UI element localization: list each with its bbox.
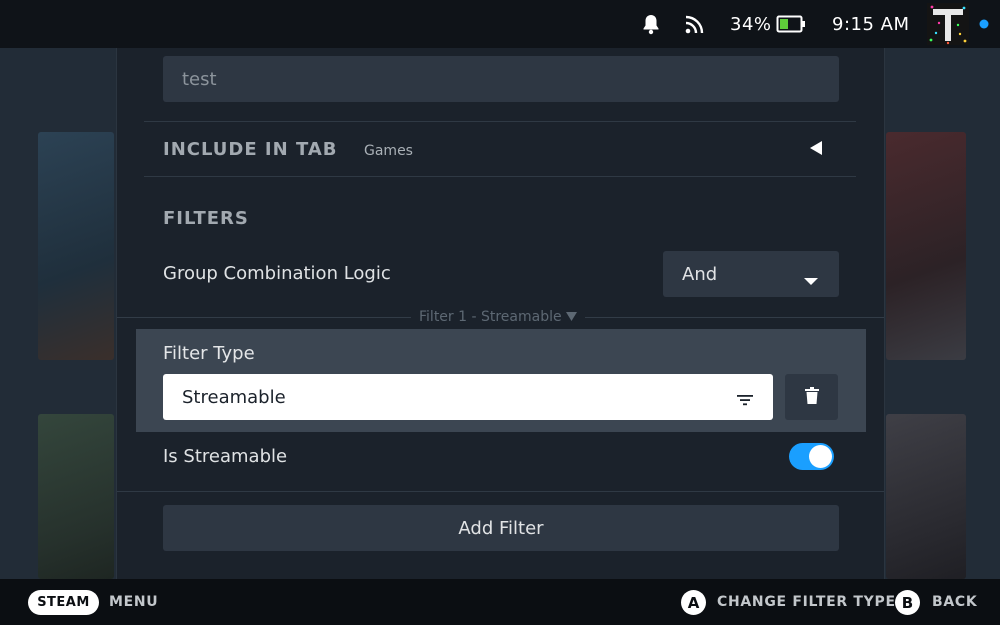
- filter-type-value: Streamable: [182, 386, 286, 408]
- background-game-tile: [38, 132, 114, 360]
- notification-dot: [979, 0, 989, 48]
- status-bar: 34% 9:15 AM: [0, 0, 1000, 48]
- filters-section-label: FILTERS: [163, 208, 249, 229]
- clock: 9:15 AM: [832, 13, 910, 35]
- divider: [144, 121, 856, 122]
- caret-down-icon: [565, 309, 577, 325]
- caret-left-icon[interactable]: [809, 140, 823, 156]
- add-filter-button[interactable]: Add Filter: [163, 505, 839, 551]
- group-logic-dropdown[interactable]: And: [663, 251, 839, 297]
- filter-type-dropdown[interactable]: Streamable: [163, 374, 773, 420]
- chevron-down-icon: [803, 270, 819, 291]
- bottom-hint-bar: STEAM MENU A CHANGE FILTER TYPE B BACK: [0, 579, 1000, 625]
- a-button-glyph[interactable]: A: [681, 590, 706, 615]
- filter-lines-icon: [737, 390, 753, 411]
- collection-name-input[interactable]: test: [163, 56, 839, 102]
- menu-hint-label: MENU: [109, 594, 159, 610]
- filter-group-title: Filter 1 - Streamable: [419, 309, 562, 325]
- filter-type-label: Filter Type: [163, 343, 255, 364]
- filter-group-header[interactable]: Filter 1 - Streamable: [411, 309, 585, 325]
- is-streamable-toggle[interactable]: [789, 443, 834, 470]
- battery-icon: [776, 0, 806, 48]
- trash-icon: [804, 386, 819, 408]
- include-in-tab-value[interactable]: Games: [364, 143, 413, 159]
- group-logic-value: And: [682, 263, 718, 285]
- is-streamable-label: Is Streamable: [163, 446, 288, 467]
- divider: [117, 491, 884, 492]
- bell-icon[interactable]: [641, 0, 661, 48]
- avatar[interactable]: [927, 3, 969, 45]
- include-in-tab-label: INCLUDE IN TAB: [163, 139, 338, 160]
- group-logic-label: Group Combination Logic: [163, 263, 391, 284]
- toggle-knob: [809, 445, 832, 468]
- background-game-tile: [886, 132, 966, 360]
- background-game-tile: [38, 414, 114, 579]
- battery-percent: 34%: [730, 13, 772, 35]
- divider: [144, 176, 856, 177]
- background-game-tile: [886, 414, 966, 579]
- steam-button[interactable]: STEAM: [28, 590, 99, 615]
- change-filter-type-hint: CHANGE FILTER TYPE: [717, 594, 896, 610]
- filter-type-block: Filter Type Streamable: [136, 329, 866, 432]
- wifi-icon[interactable]: [684, 0, 706, 48]
- collection-editor-panel: test INCLUDE IN TAB Games FILTERS Group …: [116, 48, 885, 579]
- delete-filter-button[interactable]: [785, 374, 838, 420]
- back-hint: BACK: [932, 594, 978, 610]
- b-button-glyph[interactable]: B: [895, 590, 920, 615]
